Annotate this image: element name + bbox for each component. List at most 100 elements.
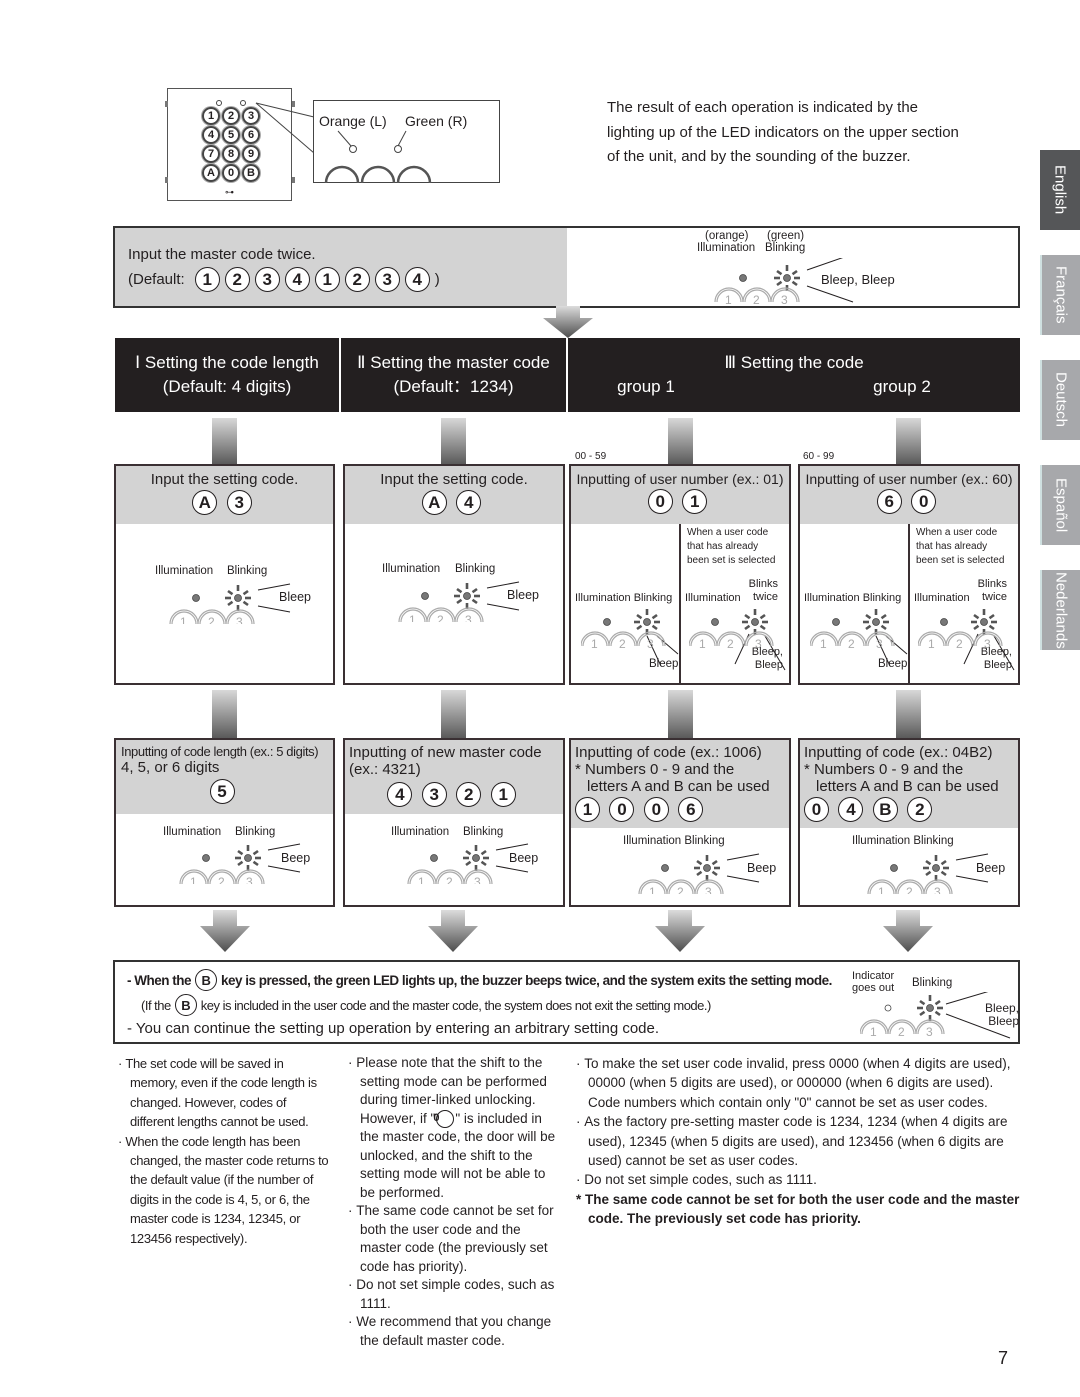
section-title: Ⅰ Setting the code length <box>135 353 319 372</box>
down-arrow-icon <box>428 910 478 952</box>
led-callout: Orange (L) Green (R) <box>313 100 500 183</box>
intro-text: The result of each operation is indicate… <box>607 96 1007 170</box>
orange-led-icon <box>349 145 357 153</box>
key-icon: 4 <box>404 267 430 292</box>
default-label: (Default: <box>128 271 185 288</box>
panel-title: Inputting of user number (ex.: 60) <box>805 471 1013 487</box>
key-icon: A <box>421 490 447 515</box>
intro-line: The result of each operation is indicate… <box>607 99 919 116</box>
callout-pointer <box>255 102 315 154</box>
led-green-icon <box>240 100 246 106</box>
green-led-icon <box>394 145 402 153</box>
key-icon: 0 <box>647 489 673 514</box>
setting-master-code-panel: Input the setting code. A 4 Illumination… <box>343 464 565 685</box>
down-arrow-icon <box>655 910 705 952</box>
key-icon: 6 <box>876 489 902 514</box>
user-code-group2-panel: Inputting of code (ex.: 04B2) * Numbers … <box>798 738 1020 907</box>
section-title: Ⅱ Setting the master code <box>357 353 550 372</box>
key-icon: 2 <box>456 782 482 807</box>
tab-deutsch[interactable]: Deutsch <box>1040 360 1080 440</box>
note-item: · When the code length has been changed,… <box>118 1133 329 1246</box>
panel-title: Input the setting code. <box>150 471 299 488</box>
key-icon: 1 <box>202 107 220 125</box>
key-icon: 5 <box>222 126 240 144</box>
key-arcs-icon <box>324 165 432 183</box>
range-label: 60 - 99 <box>803 451 835 462</box>
key-icon: 0 <box>804 797 829 822</box>
user-code-group1-panel: Inputting of code (ex.: 1006) * Numbers … <box>569 738 791 907</box>
key-icon: 1 <box>490 782 516 807</box>
key-icon: 1 <box>194 267 220 292</box>
note-item: · Do not set simple codes, such as 1111. <box>348 1277 555 1311</box>
sound-label: Bleep, Bleep <box>821 272 895 287</box>
key-icon: 0 <box>643 797 669 822</box>
key-icon: 4 <box>202 126 220 144</box>
key-icon: 2 <box>344 267 370 292</box>
new-master-code-panel: Inputting of new master code (ex.: 4321)… <box>343 738 565 907</box>
notes-column-2: · Please note that the shift to the sett… <box>348 1054 563 1350</box>
key-icon: A <box>192 490 218 515</box>
key-icon: A <box>202 164 220 182</box>
page-number: 7 <box>998 1348 1009 1368</box>
user-number-group1-panel: Inputting of user number (ex.: 01) 0 1 I… <box>569 464 791 685</box>
panel-title: Inputting of code (ex.: 1006) <box>575 744 762 761</box>
note-item: · As the factory pre-setting master code… <box>576 1114 1008 1169</box>
down-arrow-icon <box>543 306 593 338</box>
key-icon: 6 <box>678 797 704 822</box>
tab-english[interactable]: English <box>1040 150 1080 230</box>
key-icon: 4 <box>284 267 310 292</box>
key-icon: 4 <box>838 797 864 822</box>
key-icon: 2 <box>224 267 250 292</box>
key-icon: 5 <box>209 779 235 804</box>
key-icon: 3 <box>226 490 252 515</box>
note-item: · The set code will be saved in memory, … <box>118 1056 317 1130</box>
key-icon: 4 <box>387 782 413 807</box>
key-icon: 1 <box>314 267 340 292</box>
down-arrow-icon <box>883 910 933 952</box>
note-item: · We recommend that you change the defau… <box>348 1314 552 1348</box>
section-title: Ⅲ Setting the code <box>724 353 864 372</box>
range-label: 00 - 59 <box>575 451 607 462</box>
user-number-group2-panel: Inputting of user number (ex.: 60) 6 0 I… <box>798 464 1020 685</box>
panel-title: Inputting of new master code <box>349 744 542 761</box>
tab-francais[interactable]: Français <box>1040 255 1080 335</box>
key-icon: 3 <box>374 267 400 292</box>
note-item: · Please note that the shift to the sett… <box>348 1055 556 1200</box>
key-icon: 2 <box>222 107 240 125</box>
notes-column-1: · The set code will be saved in memory, … <box>118 1054 333 1248</box>
key-lock-icon: ⊶ <box>225 187 234 197</box>
down-arrow-icon <box>200 910 250 952</box>
key-icon: 0 <box>911 489 937 514</box>
key-icon: 8 <box>222 145 240 163</box>
master-instruction: Input the master code twice. <box>128 246 316 263</box>
panel-title: Inputting of code (ex.: 04B2) <box>804 744 993 761</box>
key-icon: 1 <box>575 797 600 822</box>
exit-setting-mode-box: - When the B key is pressed, the green L… <box>113 960 1020 1044</box>
tab-nederlands[interactable]: Nederlands <box>1040 570 1080 650</box>
master-code-box: Input the master code twice. (Default: 1… <box>113 226 1020 308</box>
panel-title: Input the setting code. <box>380 471 528 488</box>
intro-line: lighting up of the LED indicators on the… <box>607 123 959 141</box>
key-icon: 0 <box>609 797 635 822</box>
key-icon: 7 <box>202 145 220 163</box>
note-item: · To make the set user code invalid, pre… <box>576 1056 1011 1110</box>
key-icon: 0 <box>222 164 240 182</box>
panel-title: Inputting of code length (ex.: 5 digits) <box>121 744 319 759</box>
key-icon: B <box>872 797 898 822</box>
key-icon: 3 <box>421 782 447 807</box>
key-icon: B <box>242 164 260 182</box>
code-length-input-panel: Inputting of code length (ex.: 5 digits)… <box>114 738 335 907</box>
note-important: * The same code cannot be set for both t… <box>576 1191 1020 1227</box>
tab-espanol[interactable]: Español <box>1040 465 1080 545</box>
key-icon: 1 <box>682 489 708 514</box>
settings-header: Ⅰ Setting the code length (Default: 4 di… <box>115 338 1020 412</box>
key-icon: 3 <box>254 267 280 292</box>
notes-column-3: · To make the set user code invalid, pre… <box>576 1054 1021 1229</box>
panel-title: Inputting of user number (ex.: 01) <box>576 471 784 487</box>
key-b-icon: B <box>174 994 197 1016</box>
key-icon: 2 <box>907 797 933 822</box>
setting-code-length-panel: Input the setting code. A 3 Illumination… <box>114 464 335 685</box>
intro-line: of the unit, and by the sounding of the … <box>607 148 911 165</box>
note-item: · The same code cannot be set for both t… <box>348 1203 554 1274</box>
led-orange-icon <box>216 100 222 106</box>
